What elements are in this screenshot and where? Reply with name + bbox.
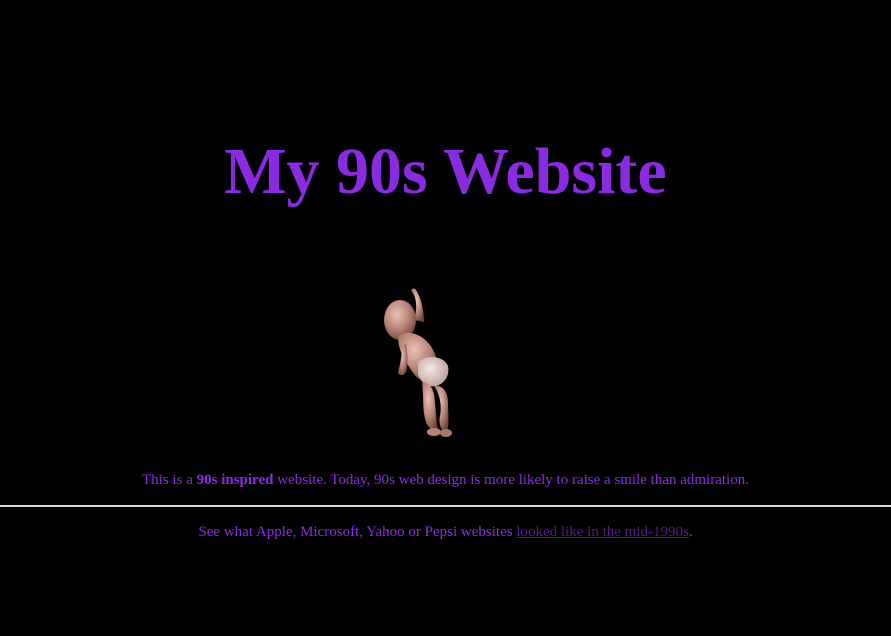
intro-emphasis: 90s inspired bbox=[196, 472, 274, 488]
footer-prefix: See what Apple, Microsoft, Yahoo or Peps… bbox=[198, 524, 517, 540]
page-title: My 90s Website bbox=[224, 135, 667, 208]
intro-text: This is a 90s inspired website. Today, 9… bbox=[0, 470, 891, 490]
divider bbox=[0, 505, 891, 507]
intro-suffix: website. Today, 90s web design is more l… bbox=[273, 472, 749, 488]
footer-text: See what Apple, Microsoft, Yahoo or Peps… bbox=[0, 522, 891, 542]
footer-suffix: . bbox=[688, 524, 693, 540]
intro-prefix: This is a bbox=[142, 472, 197, 488]
dancing-baby-icon bbox=[376, 282, 466, 440]
mid-1990s-link[interactable]: looked like in the mid-1990s bbox=[516, 524, 688, 540]
